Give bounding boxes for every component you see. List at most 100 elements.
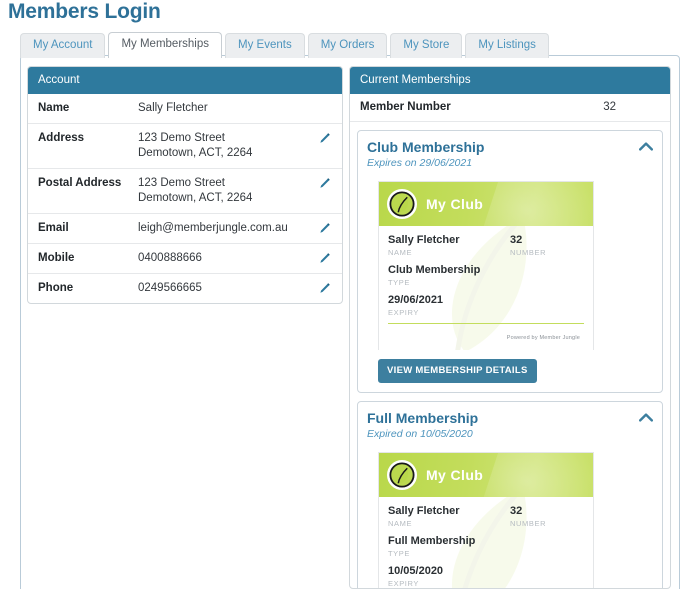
account-row-value-line1: 0249566665 [138,282,202,294]
member-number-row: Member Number 32 [350,94,670,122]
account-row: Name Sally Fletcher [28,94,342,123]
tab-my-events[interactable]: My Events [225,33,305,58]
card-name-number-row: Sally Fletcher NAME 32 NUMBER [388,234,584,258]
card-type-value: Club Membership [388,264,481,276]
card-expiry-label: EXPIRY [388,308,419,317]
club-name: My Club [426,467,484,483]
tab-my-store[interactable]: My Store [390,33,463,58]
account-row-value: 123 Demo Street Demotown, ACT, 2264 [138,131,318,161]
tab-bar: My Account My Memberships My Events My Orde… [20,32,549,58]
account-row-label: Name [38,102,70,114]
card-number-label: NUMBER [510,248,547,257]
tab-my-memberships[interactable]: My Memberships [108,32,223,58]
page-title: Members Login [8,0,161,23]
card-number-value: 32 [510,505,523,517]
card-type-value: Full Membership [388,535,476,547]
membership-block: Club Membership Expires on 29/06/2021 My C… [357,130,663,393]
membership-card: My Club Sally Fletcher NAME 32 NUMBER Full Me… [378,452,594,588]
membership-status: Expires on 29/06/2021 [367,157,473,169]
chevron-up-icon[interactable] [639,410,653,422]
card-footer: Powered by Member Jungle [388,323,584,347]
account-row-value-line1: leigh@memberjungle.com.au [138,222,288,234]
account-row-value: Sally Fletcher [138,101,318,116]
view-membership-details-button[interactable]: VIEW MEMBERSHIP DETAILS [378,359,537,383]
account-row-value: 0249566665 [138,281,318,296]
membership-card-body: Sally Fletcher NAME 32 NUMBER Full Membershi… [379,497,593,588]
member-number-label: Member Number [360,101,451,113]
membership-card-header: My Club [379,182,593,226]
pencil-icon[interactable] [318,221,332,235]
card-name-label: NAME [388,248,413,257]
membership-header-text: Full Membership Expired on 10/05/2020 [367,410,478,441]
account-row-value-line2: Demotown, ACT, 2264 [138,192,253,204]
account-row-value-line1: 0400888666 [138,252,202,264]
pencil-icon[interactable] [318,251,332,265]
account-row-value: 123 Demo Street Demotown, ACT, 2264 [138,176,318,206]
account-row-label: Email [38,222,69,234]
account-row-value-line1: 123 Demo Street [138,177,225,189]
membership-title: Club Membership [367,139,485,155]
membership-header: Full Membership Expired on 10/05/2020 [367,410,653,441]
tab-my-account[interactable]: My Account [20,33,106,58]
account-row-value: leigh@memberjungle.com.au [138,221,318,236]
card-expiry-row: 29/06/2021 EXPIRY [388,294,584,318]
card-name-label: NAME [388,519,413,528]
account-rows: Name Sally Fletcher Address 123 Demo Street… [28,94,342,303]
tab-my-orders[interactable]: My Orders [307,33,388,58]
membership-header-text: Club Membership Expires on 29/06/2021 [367,139,484,170]
card-type-field: Club Membership TYPE [388,264,584,288]
account-row-label: Mobile [38,252,75,264]
card-name-value: Sally Fletcher [388,505,460,517]
account-row-value-line1: Sally Fletcher [138,102,208,114]
members-login-page: Members Login My Account My Memberships My… [0,0,688,589]
card-type-field: Full Membership TYPE [388,535,584,559]
account-panel: Account Name Sally Fletcher Address 123 Dem… [27,66,343,304]
account-row-label: Phone [38,282,74,294]
membership-button-row: VIEW MEMBERSHIP DETAILS [378,359,653,383]
memberships-panel-heading: Current Memberships [350,67,670,94]
card-type-row: Club Membership TYPE [388,264,584,288]
pencil-icon[interactable] [318,176,332,190]
chevron-up-icon[interactable] [639,139,653,151]
membership-block: Full Membership Expired on 10/05/2020 My C… [357,401,663,588]
account-row-label: Postal Address [38,177,122,189]
card-expiry-row: 10/05/2020 EXPIRY [388,565,584,588]
card-expiry-label: EXPIRY [388,579,419,588]
tab-my-listings[interactable]: My Listings [465,33,549,58]
account-row-value-line2: Demotown, ACT, 2264 [138,147,253,159]
account-row: Mobile 0400888666 [28,243,342,273]
account-row: Phone 0249566665 [28,273,342,303]
card-number-label: NUMBER [510,519,547,528]
pencil-icon[interactable] [318,281,332,295]
card-expiry-field: 29/06/2021 EXPIRY [388,294,584,318]
card-number-field: 32 NUMBER [510,234,584,258]
current-memberships-panel: Current Memberships Member Number 32 Clu… [349,66,671,589]
pencil-icon[interactable] [318,131,332,145]
membership-card-body: Sally Fletcher NAME 32 NUMBER Club Membershi… [379,226,593,350]
content-panel: Account Name Sally Fletcher Address 123 Dem… [20,55,680,589]
powered-by-text: Powered by Member Jungle [506,335,580,341]
club-logo-icon [387,460,417,490]
card-number-field: 32 NUMBER [510,505,584,529]
account-row: Email leigh@memberjungle.com.au [28,213,342,243]
card-type-row: Full Membership TYPE [388,535,584,559]
membership-card: My Club Sally Fletcher NAME 32 NUMBER Club Me… [378,181,594,350]
card-expiry-value: 10/05/2020 [388,565,444,577]
card-expiry-field: 10/05/2020 EXPIRY [388,565,584,588]
account-row-value: 0400888666 [138,251,318,266]
card-name-field: Sally Fletcher NAME [388,505,510,529]
account-row-label: Address [38,132,85,144]
membership-header: Club Membership Expires on 29/06/2021 [367,139,653,170]
card-type-label: TYPE [388,549,410,558]
card-name-field: Sally Fletcher NAME [388,234,510,258]
membership-card-header: My Club [379,453,593,497]
account-panel-heading: Account [28,67,342,94]
account-row-value-line1: 123 Demo Street [138,132,225,144]
member-number-value: 32 [603,101,616,113]
pencil-icon [318,101,332,102]
card-expiry-value: 29/06/2021 [388,294,444,306]
card-name-value: Sally Fletcher [388,234,460,246]
card-type-label: TYPE [388,278,410,287]
memberships-list: Club Membership Expires on 29/06/2021 My C… [350,122,670,588]
card-number-value: 32 [510,234,523,246]
